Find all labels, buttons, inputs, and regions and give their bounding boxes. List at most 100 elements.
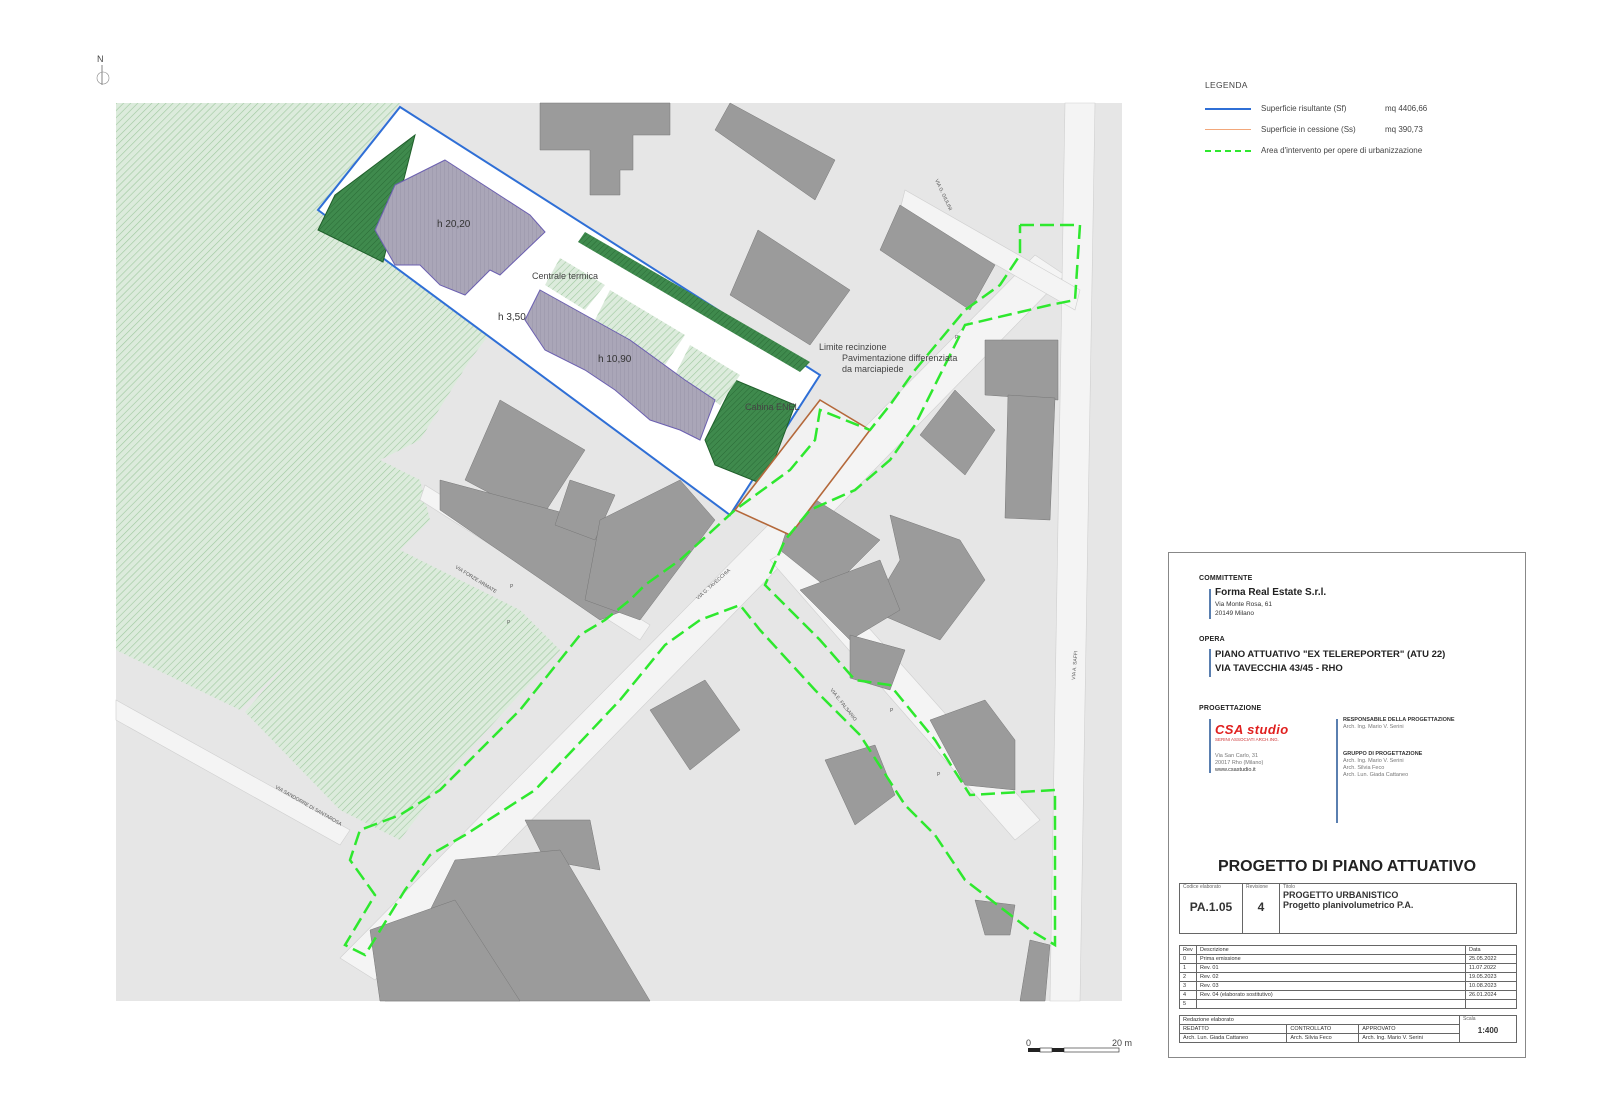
rev-desc: Rev. 03: [1196, 981, 1466, 991]
rev-date: 26.01.2024: [1465, 990, 1517, 1000]
studio-addr-1: Via San Carlo, 31: [1215, 753, 1259, 759]
studio-addr-2: 20017 Rho (Milano): [1215, 760, 1264, 766]
legend-value-ss: mq 390,73: [1385, 125, 1423, 134]
csa-studio-logo: CSA studio: [1215, 722, 1289, 737]
committente-addr1: Via Monte Rosa, 61: [1215, 601, 1272, 608]
revision-table: Rev Descrizione Data 0 Prima emissione 25.…: [1179, 945, 1517, 1009]
opera-line1: PIANO ATTUATIVO "EX TELEREPORTER" (ATU 2…: [1215, 649, 1446, 660]
rev-header-rev: Rev: [1179, 945, 1197, 955]
legend-label-ss: Superficie in cessione (Ss): [1261, 125, 1356, 134]
rev-num: 0: [1179, 954, 1197, 964]
legend: LEGENDA Superficie risultante (Sf) mq 44…: [1205, 80, 1525, 161]
committente-addr2: 20149 Milano: [1215, 610, 1255, 617]
opera-line2: VIA TAVECCHIA 43/45 - RHO: [1215, 663, 1343, 674]
rev-date: 11.07.2022: [1465, 963, 1517, 973]
rev-desc: Rev. 04 (elaborato sostitutivo): [1196, 990, 1466, 1000]
table-row: 0 Prima emissione 25.05.2022: [1179, 954, 1517, 964]
rev-date: 10.08.2023: [1465, 981, 1517, 991]
csa-studio-sub: SERINI ASSOCIATI ARCH.ING.: [1215, 737, 1279, 742]
label-limite-recinzione: Limite recinzione: [819, 342, 887, 352]
legend-swatch-sf: [1205, 107, 1251, 110]
scala-label: Scala: [1463, 1016, 1476, 1022]
gruppo-name-3: Arch. Lun. Giada Cattaneo: [1343, 772, 1409, 778]
scala-cell: Scala 1:400: [1459, 1015, 1517, 1043]
height-label-c: h 10,90: [598, 354, 632, 365]
rev-num: 2: [1179, 972, 1197, 982]
table-row: 1 Rev. 01 11.07.2022: [1179, 963, 1517, 973]
gruppo-label: GRUPPO DI PROGETTAZIONE: [1343, 751, 1423, 757]
scale-end: 20 m: [1112, 1038, 1132, 1048]
rev-desc: Rev. 01: [1196, 963, 1466, 973]
rev-desc: [1196, 999, 1466, 1009]
rev-num: 5: [1179, 999, 1197, 1009]
north-label: N: [97, 54, 104, 64]
legend-title: LEGENDA: [1205, 80, 1248, 90]
legend-row-sf: Superficie risultante (Sf) mq 4406,66: [1205, 98, 1525, 119]
progettazione-bar: [1209, 719, 1211, 773]
label-centrale-termica: Centrale termica: [532, 271, 598, 281]
codice-cell: Codice elaborato PA.1.05: [1179, 883, 1243, 934]
scale-bar: 0 20 m: [1026, 1038, 1132, 1053]
committente-bar: [1209, 589, 1211, 619]
responsabile-name: Arch. Ing. Mario V. Serini: [1343, 724, 1404, 730]
table-row: 2 Rev. 02 19.05.2023: [1179, 972, 1517, 982]
rev-desc: Prima emissione: [1196, 954, 1466, 964]
controllato-label: CONTROLLATO: [1286, 1024, 1360, 1034]
gruppo-name-2: Arch. Silvia Feco: [1343, 765, 1385, 771]
codice-value: PA.1.05: [1189, 900, 1233, 914]
legend-row-intervento: Area d'intervento per opere di urbanizza…: [1205, 140, 1525, 161]
redatto-label: REDATTO: [1178, 1024, 1288, 1034]
gruppo-name-1: Arch. Ing. Mario V. Serini: [1343, 758, 1404, 764]
redazione-table: Redazione elaborato Scala 1:400 REDATTO …: [1178, 1015, 1517, 1043]
revision-header: Rev Descrizione Data: [1179, 945, 1517, 955]
rev-date: 25.05.2022: [1465, 954, 1517, 964]
rev-header-date: Data: [1465, 945, 1517, 955]
height-label-a: h 20,20: [437, 219, 471, 230]
opera-bar: [1209, 649, 1211, 677]
height-label-b: h 3,50: [498, 312, 526, 323]
table-row: 3 Rev. 03 10.08.2023: [1179, 981, 1517, 991]
scale-start: 0: [1026, 1038, 1031, 1048]
studio-addr-3: www.csastudio.it: [1215, 767, 1256, 773]
approvato-name: Arch. Ing. Mario V. Serini: [1358, 1033, 1460, 1043]
committente-name: Forma Real Estate S.r.l.: [1215, 587, 1327, 598]
responsabile-label: RESPONSABILE DELLA PROGETTAZIONE: [1343, 717, 1455, 723]
titolo-line2: Progetto planivolumetrico P.A.: [1283, 900, 1414, 910]
rev-num: 3: [1179, 981, 1197, 991]
label-cabina-enel: Cabina ENEL: [745, 402, 800, 412]
legend-swatch-intervento: [1205, 149, 1251, 152]
scala-value: 1:400: [1477, 1026, 1499, 1035]
titolo-cell: Titolo PROGETTO URBANISTICO Progetto pla…: [1279, 883, 1517, 934]
redatto-name: Arch. Lun. Giada Cattaneo: [1178, 1033, 1288, 1043]
committente-label: COMMITTENTE: [1199, 575, 1253, 582]
controllato-name: Arch. Silvia Feco: [1286, 1033, 1360, 1043]
redazione-label: Redazione elaborato: [1179, 1015, 1460, 1025]
codice-label: Codice elaborato: [1183, 884, 1221, 890]
table-row: 4 Rev. 04 (elaborato sostitutivo) 26.01.20…: [1179, 990, 1517, 1000]
table-row: 5: [1179, 999, 1517, 1009]
rev-num: 4: [1179, 990, 1197, 1000]
label-marciapiede: da marciapiede: [842, 364, 904, 374]
progettazione-label: PROGETTAZIONE: [1199, 705, 1262, 712]
main-title: PROGETTO DI PIANO ATTUATIVO: [1217, 858, 1477, 875]
revisione-value: 4: [1257, 900, 1265, 914]
rev-date: 19.05.2023: [1465, 972, 1517, 982]
legend-swatch-ss: [1205, 129, 1251, 130]
legend-label-sf: Superficie risultante (Sf): [1261, 104, 1347, 113]
revisione-label: Revisione: [1246, 884, 1268, 890]
titolo-line1: PROGETTO URBANISTICO: [1283, 890, 1399, 900]
rev-date: [1465, 999, 1517, 1009]
label-pavimentazione: Pavimentazione differenziata: [842, 353, 957, 363]
rev-num: 1: [1179, 963, 1197, 973]
legend-label-intervento: Area d'intervento per opere di urbanizza…: [1261, 146, 1423, 155]
title-block: COMMITTENTE Forma Real Estate S.r.l. Via…: [1168, 552, 1526, 1058]
revisione-cell: Revisione 4: [1242, 883, 1280, 934]
responsabile-bar: [1336, 719, 1338, 823]
codice-table: Codice elaborato PA.1.05 Revisione 4 Tit…: [1179, 883, 1517, 934]
rev-header-desc: Descrizione: [1196, 945, 1466, 955]
approvato-label: APPROVATO: [1358, 1024, 1460, 1034]
opera-label: OPERA: [1199, 636, 1225, 643]
legend-row-ss: Superficie in cessione (Ss) mq 390,73: [1205, 119, 1525, 140]
rev-desc: Rev. 02: [1196, 972, 1466, 982]
north-arrow: N: [96, 54, 110, 85]
